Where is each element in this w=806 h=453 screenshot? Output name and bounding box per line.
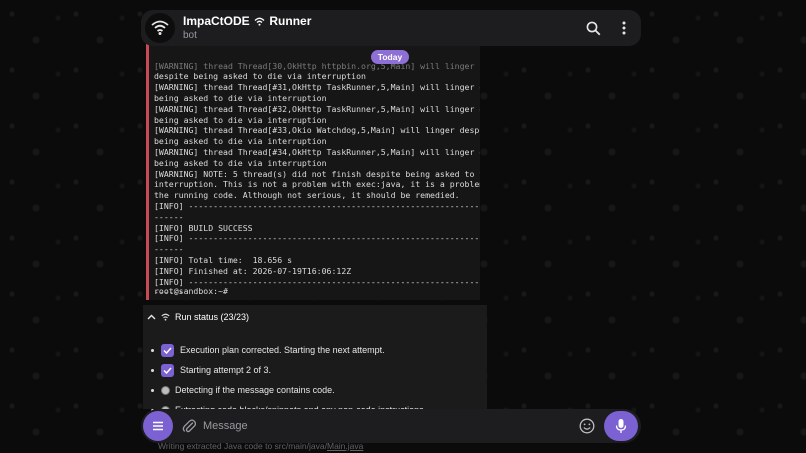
microphone-icon: [615, 419, 627, 433]
bot-menu-button[interactable]: [143, 411, 173, 441]
status-item-text: Starting attempt 2 of 3.: [180, 365, 272, 375]
terminal-line: [INFO] Total time: 18.656 s: [154, 254, 293, 265]
date-pill: Today: [371, 50, 409, 64]
terminal-line: [INFO] ---------------------------------…: [154, 233, 480, 244]
terminal-line: the running code. Although not serious, …: [154, 190, 460, 201]
terminal-line: interruption. This is not a problem with…: [154, 179, 480, 190]
status-item: Execution plan corrected. Starting the n…: [151, 340, 426, 360]
terminal-line: [WARNING] thread Thread[#31,OkHttp TaskR…: [154, 82, 480, 93]
terminal-output-message: [WARNING] thread Thread[30,OkHttp httpbi…: [146, 44, 480, 300]
more-options-button[interactable]: [614, 18, 634, 38]
terminal-line: [WARNING] thread Thread[#32,OkHttp TaskR…: [154, 103, 480, 114]
terminal-line: [WARNING] NOTE: 5 thread(s) did not fini…: [154, 168, 480, 179]
bullet: [151, 348, 154, 352]
chevron-up-icon: [147, 314, 156, 320]
chat-subtitle: bot: [183, 30, 197, 41]
wifi-icon: [151, 20, 169, 35]
emoji-icon: [579, 418, 595, 434]
run-status-label: Run status (23/23): [175, 312, 250, 322]
bot-avatar[interactable]: [145, 13, 175, 43]
chat-title-main: ImpaCtODE: [183, 14, 250, 28]
progress-dot-icon: [161, 385, 170, 395]
terminal-line: [WARNING] thread Thread[#33,Okio Watchdo…: [154, 125, 480, 136]
menu-icon: [153, 421, 163, 431]
terminal-line: being asked to die via interruption: [154, 92, 327, 103]
terminal-line: despite being asked to die via interrupt…: [154, 71, 366, 82]
message-input[interactable]: [203, 417, 563, 435]
terminal-line: being asked to die via interruption: [154, 157, 327, 168]
run-status-panel: Run status (23/23) Execution plan correc…: [143, 305, 487, 415]
wifi-small-icon: [161, 313, 170, 321]
emoji-button[interactable]: [577, 416, 597, 436]
terminal-line: being asked to die via interruption: [154, 114, 327, 125]
search-icon: [586, 21, 600, 35]
terminal-line: ------: [154, 211, 184, 222]
search-button[interactable]: [583, 18, 603, 38]
run-status-list: Execution plan corrected. Starting the n…: [151, 340, 426, 420]
terminal-line: [INFO] ---------------------------------…: [154, 200, 480, 211]
status-item-text: Execution plan corrected. Starting the n…: [180, 345, 385, 355]
terminal-line: [INFO] Finished at: 2026-07-19T16:06:12Z: [154, 265, 352, 276]
more-vertical-icon: [622, 21, 626, 35]
status-item: Starting attempt 2 of 3.: [151, 360, 426, 380]
terminal-line: ------: [154, 244, 184, 255]
check-icon: [161, 343, 174, 357]
terminal-prompt: root@sandbox:~#: [154, 286, 228, 296]
wifi-small-icon: [254, 17, 265, 26]
terminal-line: [WARNING] thread Thread[30,OkHttp httpbi…: [154, 60, 475, 71]
bullet: [151, 388, 154, 392]
message-composer: [141, 409, 641, 443]
terminal-lines: [WARNING] thread Thread[30,OkHttp httpbi…: [154, 61, 480, 300]
terminal-line: [WARNING] thread Thread[#34,OkHttp TaskR…: [154, 146, 480, 157]
terminal-line: being asked to die via interruption: [154, 136, 327, 147]
attach-button[interactable]: [179, 416, 199, 436]
check-icon: [161, 363, 174, 377]
chat-header[interactable]: ImpaCtODE Runner bot: [141, 10, 641, 46]
status-item-text: Detecting if the message contains code.: [175, 385, 335, 395]
chat-title: ImpaCtODE Runner: [183, 14, 311, 28]
run-status-toggle[interactable]: Run status (23/23): [147, 312, 249, 322]
paperclip-icon: [182, 419, 196, 433]
voice-record-button[interactable]: [604, 411, 638, 441]
bullet: [151, 368, 154, 372]
chat-title-suffix: Runner: [269, 14, 312, 28]
status-item: Detecting if the message contains code.: [151, 380, 426, 400]
terminal-line: [INFO] BUILD SUCCESS: [154, 222, 253, 233]
